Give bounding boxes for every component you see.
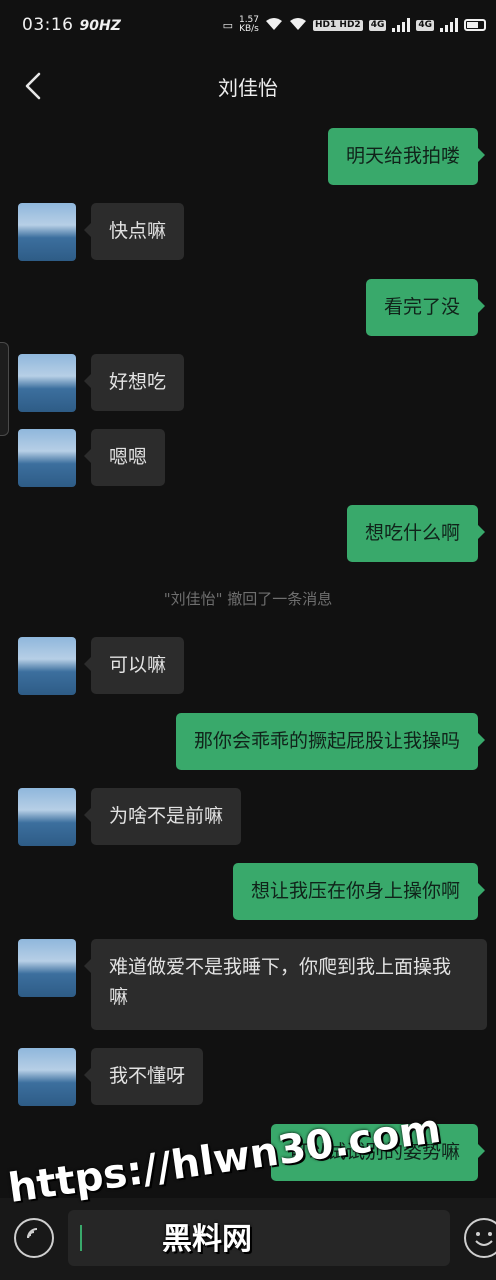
input-bar (0, 1198, 496, 1280)
message-bubble-outgoing[interactable]: 想吃什么啊 (346, 505, 486, 562)
message-bubble-incoming[interactable]: 可以嘛 (83, 637, 185, 694)
contact-avatar[interactable] (18, 788, 76, 846)
text-caret (80, 1225, 82, 1251)
wifi-icon-2 (289, 17, 307, 34)
status-time: 03:16 (22, 15, 74, 35)
message-bubble-outgoing[interactable]: 看完了没 (365, 279, 486, 336)
network-4g-badge: 4G (368, 19, 387, 31)
emoji-button[interactable] (464, 1218, 496, 1258)
refresh-rate: 90HZ (79, 18, 121, 34)
vibrate-icon: ▭ (222, 18, 233, 32)
chat-header: 刘佳怡 (0, 50, 496, 122)
back-button[interactable] (20, 72, 46, 100)
emoji-icon (475, 1232, 493, 1246)
recall-notice: "刘佳怡" 撤回了一条消息 (163, 590, 333, 608)
message-bubble-incoming[interactable]: 我不懂呀 (83, 1048, 204, 1105)
contact-avatar[interactable] (18, 429, 76, 487)
contact-avatar[interactable] (18, 939, 76, 997)
message-bubble-outgoing[interactable]: 想让我压在你身上操你啊 (232, 863, 486, 920)
network-4g-badge-2: 4G (416, 19, 434, 31)
wifi-icon (265, 17, 283, 34)
contact-avatar[interactable] (18, 354, 76, 412)
contact-avatar[interactable] (18, 1048, 76, 1106)
contact-avatar[interactable] (18, 203, 76, 261)
message-bubble-outgoing[interactable]: 那你会乖乖的撅起屁股让我操吗 (175, 713, 486, 770)
message-bubble-incoming[interactable]: 嗯嗯 (83, 429, 166, 486)
message-bubble-incoming[interactable]: 为啥不是前嘛 (83, 788, 242, 845)
hd-badge: HD1 HD2 (313, 19, 363, 31)
signal-icon (392, 18, 411, 32)
message-bubble-outgoing[interactable]: 可以试试别的姿势嘛 (270, 1124, 486, 1181)
chevron-left-icon (25, 72, 41, 100)
signal-icon-2 (440, 18, 458, 32)
network-speed-unit: KB/s (239, 24, 259, 34)
message-bubble-incoming[interactable]: 好想吃 (83, 354, 185, 411)
message-bubble-outgoing[interactable]: 明天给我拍喽 (327, 128, 486, 185)
side-panel-handle[interactable] (0, 342, 9, 436)
voice-icon (27, 1228, 38, 1239)
message-bubble-incoming[interactable]: 快点嘛 (83, 203, 185, 260)
chat-title: 刘佳怡 (218, 75, 278, 100)
status-bar: 03:16 90HZ ▭ 1.57 KB/s HD1 HD2 4G 4G (0, 0, 496, 50)
voice-button[interactable] (14, 1218, 54, 1258)
message-bubble-incoming[interactable]: 难道做爱不是我睡下，你爬到我上面操我嘛 (84, 939, 487, 1030)
contact-avatar[interactable] (18, 637, 76, 695)
network-speed: 1.57 KB/s (239, 16, 259, 34)
message-input[interactable] (68, 1210, 450, 1266)
battery-icon (464, 19, 486, 31)
